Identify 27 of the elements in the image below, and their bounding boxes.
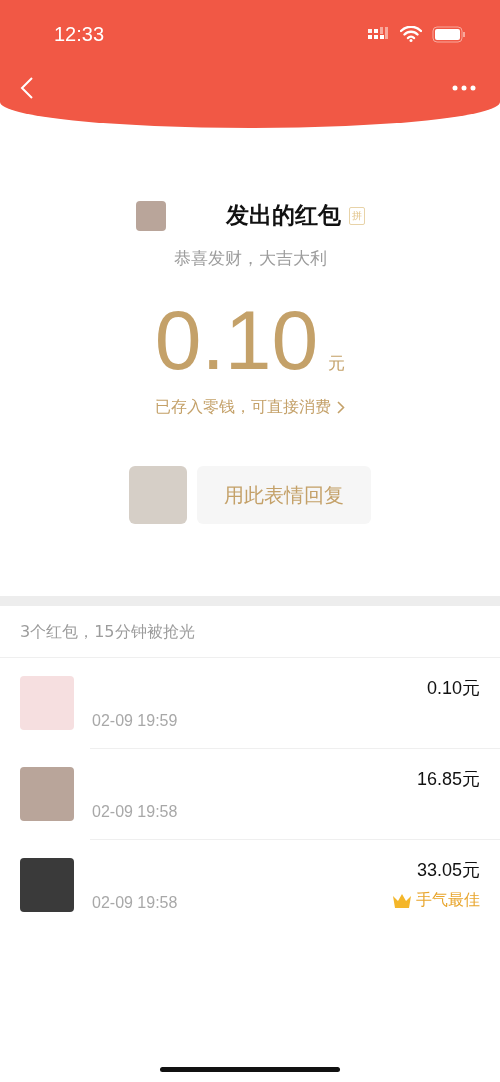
recipient-avatar [20,676,74,730]
more-button[interactable] [452,85,476,91]
receive-time: 02-09 19:59 [92,712,178,730]
summary-text: 3个红包，15分钟被抢光 [0,606,500,658]
back-button[interactable] [20,76,34,100]
best-luck-label: 手气最佳 [416,890,480,911]
receive-time: 02-09 19:58 [92,894,178,912]
received-amount: 16.85元 [416,768,480,791]
chevron-right-icon [337,401,345,414]
reply-button[interactable]: 用此表情回复 [197,466,371,524]
signal-icon [368,27,390,41]
received-amount: 0.10元 [426,677,480,700]
envelope-title: 发出的红包 [225,201,341,230]
sender-avatar [135,200,166,231]
change-link[interactable]: 已存入零钱，可直接消费 [155,397,331,418]
recipient-avatar [20,858,74,912]
amount-unit: 元 [328,352,346,375]
battery-icon [432,25,466,43]
recipient-avatar [20,767,74,821]
amount-value: 0.10 [154,292,319,389]
status-time: 12:33 [54,22,106,46]
sticker-image [129,466,187,524]
greeting-text: 恭喜发财，大吉大利 [173,247,327,270]
wifi-icon [400,26,422,42]
received-amount: 33.05元 [416,859,480,882]
group-tag: 拼 [348,206,365,225]
receive-time: 02-09 19:58 [92,803,178,821]
